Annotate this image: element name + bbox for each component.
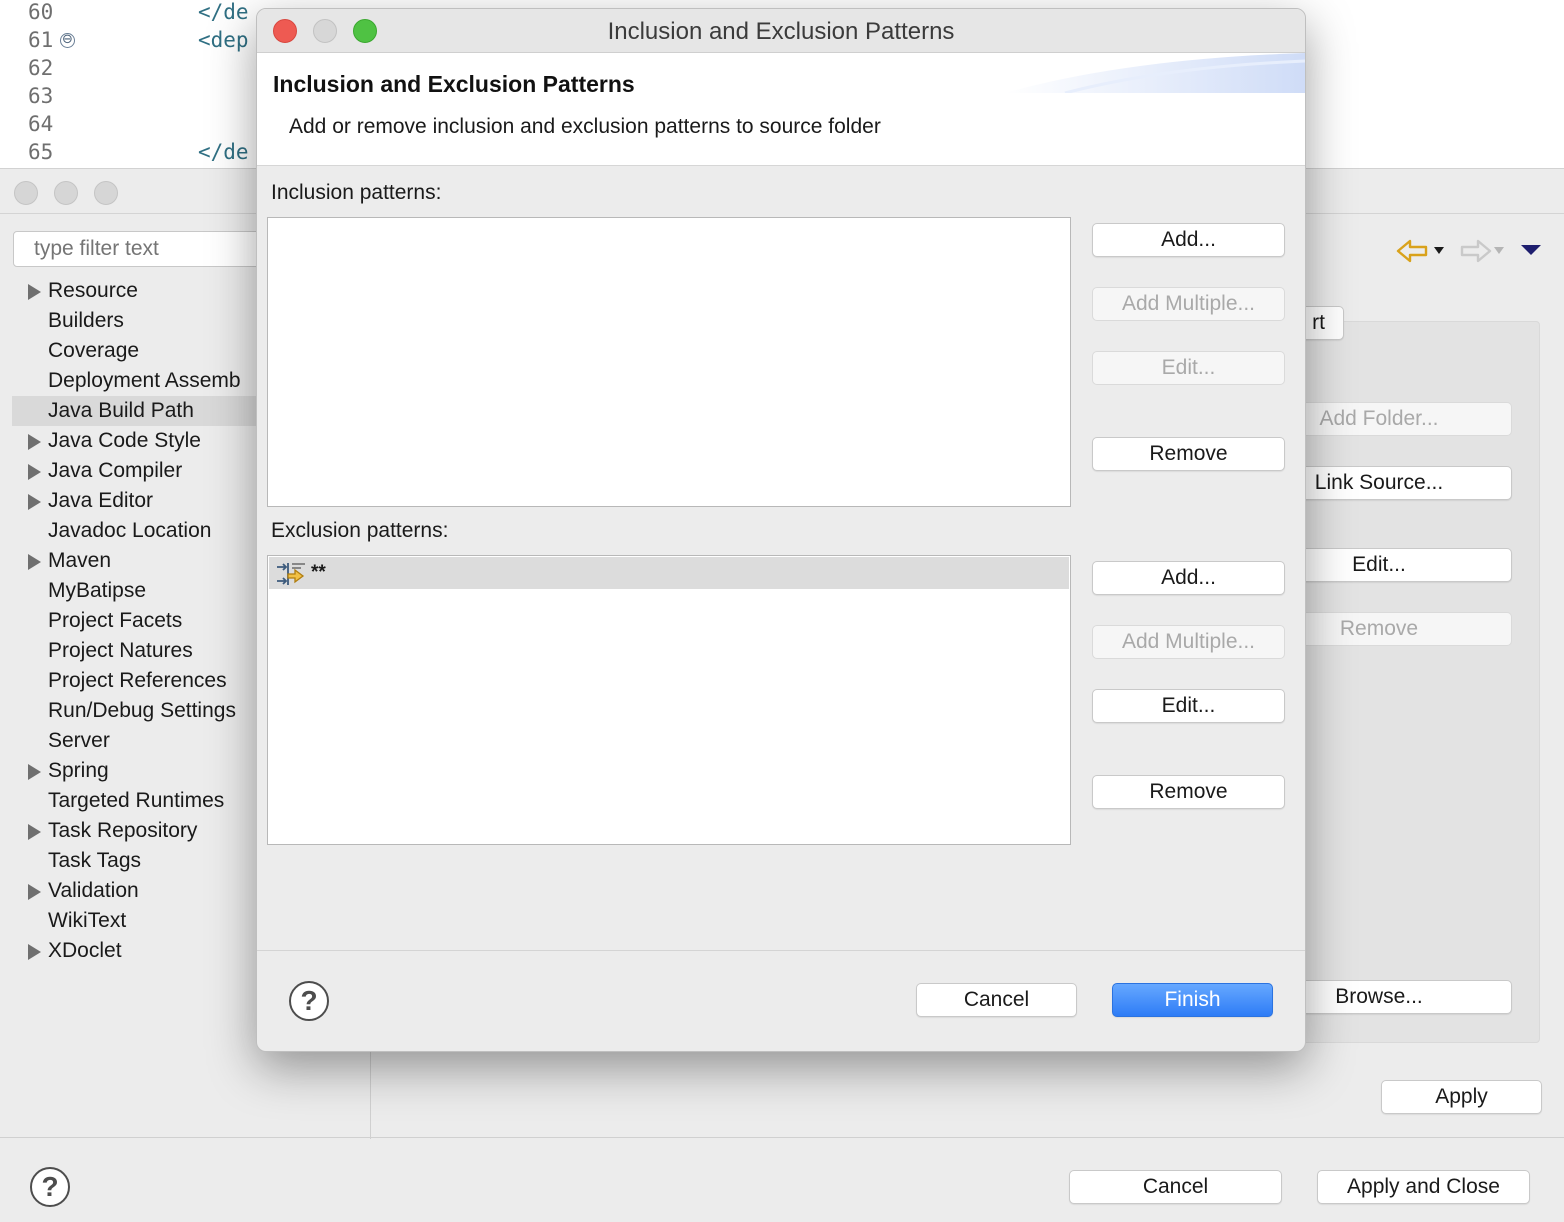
back-arrow-icon[interactable] [1396, 238, 1430, 264]
collapse-icon[interactable]: ⊖ [60, 33, 75, 48]
tree-item-label: Maven [48, 549, 112, 572]
tree-item-label: Java Code Style [48, 429, 201, 452]
expand-arrow-icon[interactable] [28, 764, 41, 780]
list-item[interactable]: ** [269, 557, 1069, 589]
expand-arrow-icon[interactable] [28, 824, 41, 840]
tree-item-label: Task Repository [48, 819, 198, 842]
header-subtitle: Add or remove inclusion and exclusion pa… [289, 115, 881, 138]
line-number: 62 [28, 56, 54, 80]
line-number: 65 [28, 140, 54, 164]
expand-arrow-icon[interactable] [28, 434, 41, 450]
inclusion-list[interactable] [267, 217, 1071, 507]
code-text: </de [198, 0, 249, 24]
tree-item-label: Java Build Path [48, 399, 194, 422]
cancel-button[interactable]: Cancel [1069, 1170, 1282, 1204]
tree-item-label: Task Tags [48, 849, 141, 872]
expand-arrow-icon[interactable] [28, 944, 41, 960]
inclusion-add-button[interactable]: Add... [1092, 223, 1285, 257]
footer-divider [257, 950, 1305, 951]
line-number: 60 [28, 0, 54, 24]
tree-item-label: XDoclet [48, 939, 122, 962]
expand-arrow-icon[interactable] [28, 494, 41, 510]
tree-item-label: Project Natures [48, 639, 193, 662]
forward-arrow-icon[interactable] [1458, 238, 1492, 264]
forward-dropdown-icon[interactable] [1494, 247, 1504, 255]
code-text: <dep [198, 28, 249, 52]
back-dropdown-icon[interactable] [1434, 247, 1444, 255]
pattern-text: ** [311, 562, 326, 583]
tree-item-label: Builders [48, 309, 124, 332]
tree-item-label: Run/Debug Settings [48, 699, 236, 722]
expand-arrow-icon[interactable] [28, 284, 41, 300]
line-number: 64 [28, 112, 54, 136]
tree-item-label: Javadoc Location [48, 519, 212, 542]
tree-item-label: Spring [48, 759, 109, 782]
exclusion-filter-icon [277, 563, 305, 585]
tree-item-label: WikiText [48, 909, 127, 932]
view-menu-icon[interactable] [1520, 243, 1542, 257]
finish-button[interactable]: Finish [1112, 983, 1273, 1017]
exclusion-label: Exclusion patterns: [271, 519, 449, 542]
exclusion-remove-button[interactable]: Remove [1092, 775, 1285, 809]
tree-item-label: Coverage [48, 339, 140, 362]
exclusion-add-multiple-button[interactable]: Add Multiple... [1092, 625, 1285, 659]
exclusion-edit-button[interactable]: Edit... [1092, 689, 1285, 723]
inclusion-add-multiple-button[interactable]: Add Multiple... [1092, 287, 1285, 321]
exclusion-add-button[interactable]: Add... [1092, 561, 1285, 595]
window-close-button[interactable] [14, 181, 38, 205]
tree-item-label: Java Editor [48, 489, 154, 512]
header-banner-graphic [1005, 53, 1305, 93]
help-icon[interactable]: ? [289, 981, 329, 1021]
expand-arrow-icon[interactable] [28, 464, 41, 480]
filter-input[interactable] [13, 231, 293, 267]
line-number: 61 [28, 28, 54, 52]
inclusion-label: Inclusion patterns: [271, 181, 442, 204]
tree-item-label: Java Compiler [48, 459, 183, 482]
code-text: </de [198, 140, 249, 164]
window-minimize-button[interactable] [54, 181, 78, 205]
dialog-titlebar: Inclusion and Exclusion Patterns [257, 9, 1305, 53]
tree-item-label: Validation [48, 879, 139, 902]
window-zoom-button[interactable] [94, 181, 118, 205]
header-title: Inclusion and Exclusion Patterns [273, 71, 635, 97]
apply-and-close-button[interactable]: Apply and Close [1317, 1170, 1530, 1204]
footer-divider [0, 1137, 1564, 1138]
inclusion-exclusion-dialog: Inclusion and Exclusion Patterns Inclusi… [256, 8, 1306, 1052]
exclusion-list[interactable]: ** [267, 555, 1071, 845]
dialog-header: Inclusion and Exclusion Patterns Add or … [257, 53, 1305, 166]
inclusion-remove-button[interactable]: Remove [1092, 437, 1285, 471]
expand-arrow-icon[interactable] [28, 554, 41, 570]
expand-arrow-icon[interactable] [28, 884, 41, 900]
tree-item-label: Resource [48, 279, 138, 302]
dialog-title: Inclusion and Exclusion Patterns [607, 18, 955, 45]
dialog-cancel-button[interactable]: Cancel [916, 983, 1077, 1017]
help-icon[interactable]: ? [30, 1167, 70, 1207]
tree-item-label: Project References [48, 669, 227, 692]
line-number: 63 [28, 84, 54, 108]
tree-item-label: Project Facets [48, 609, 183, 632]
apply-button[interactable]: Apply [1381, 1080, 1542, 1114]
tree-item-label: Server [48, 729, 110, 752]
inclusion-edit-button[interactable]: Edit... [1092, 351, 1285, 385]
tree-item-label: Targeted Runtimes [48, 789, 225, 812]
tree-item-label: MyBatipse [48, 579, 147, 602]
tree-item-label: Deployment Assemb [48, 369, 241, 392]
